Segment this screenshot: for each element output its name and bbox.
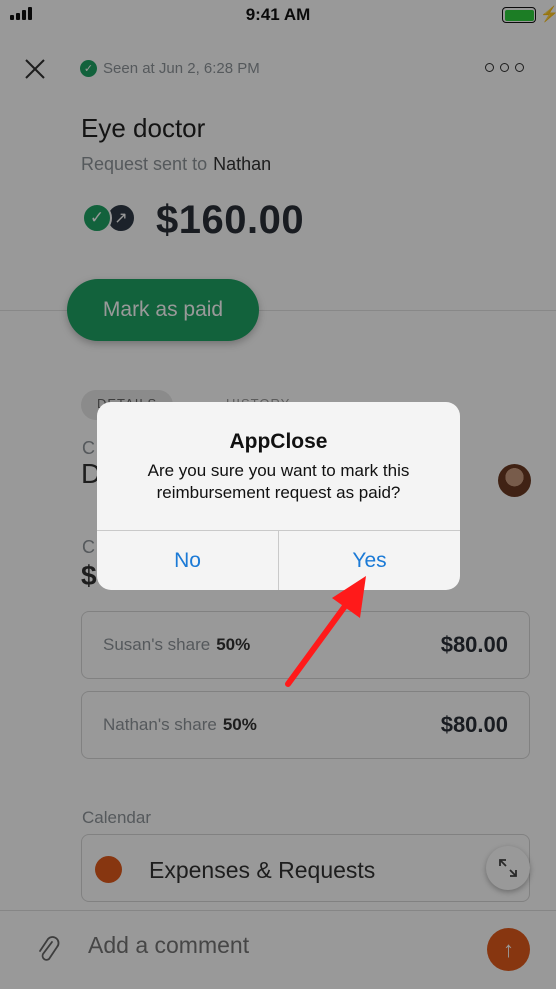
dialog-message: Are you sure you want to mark this reimb… <box>147 461 410 502</box>
red-arrow-annotation <box>285 576 366 687</box>
confirm-dialog: AppClose Are you sure you want to mark t… <box>97 402 460 590</box>
dialog-no-button[interactable]: No <box>97 531 278 590</box>
dialog-title: AppClose <box>229 430 328 453</box>
